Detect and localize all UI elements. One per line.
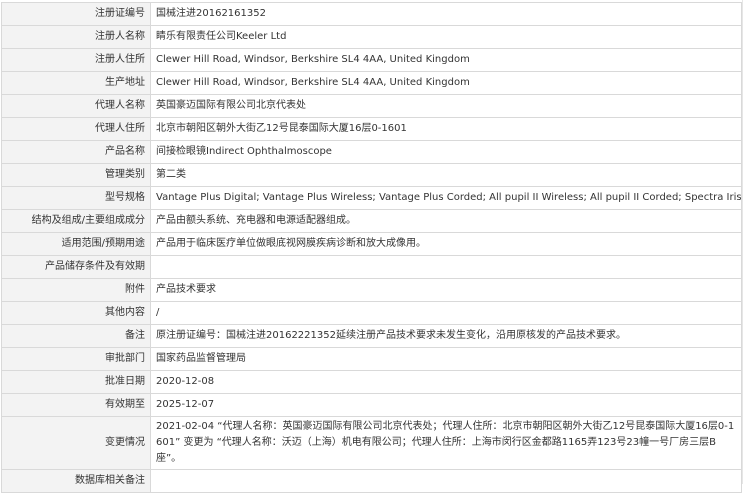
table-row: 产品名称 间接检眼镜Indirect Ophthalmoscope bbox=[1, 140, 742, 164]
table-row: 注册人名称 睛乐有限责任公司Keeler Ltd bbox=[1, 25, 742, 49]
row-value: 产品由额头系统、充电器和电源适配器组成。 bbox=[150, 209, 742, 233]
row-label: 适用范围/预期用途 bbox=[1, 232, 151, 256]
row-label: 管理类别 bbox=[1, 163, 151, 187]
row-value: 产品用于临床医疗单位做眼底视网膜疾病诊断和放大成像用。 bbox=[150, 232, 742, 256]
table-row: 注册证编号 国械注进20162161352 bbox=[1, 2, 742, 26]
row-value: Clewer Hill Road, Windsor, Berkshire SL4… bbox=[150, 48, 742, 72]
row-value: 北京市朝阳区朝外大街乙12号昆泰国际大厦16层0-1601 bbox=[150, 117, 742, 141]
table-row: 审批部门 国家药品监督管理局 bbox=[1, 347, 742, 371]
row-value: 2020-12-08 bbox=[150, 370, 742, 394]
row-value: 2025-12-07 bbox=[150, 393, 742, 417]
row-value: 国家药品监督管理局 bbox=[150, 347, 742, 371]
page-edge-divider bbox=[742, 0, 743, 484]
registration-info-table: 注册证编号 国械注进20162161352 注册人名称 睛乐有限责任公司Keel… bbox=[1, 2, 742, 493]
table-row: 有效期至 2025-12-07 bbox=[1, 393, 742, 417]
row-label: 型号规格 bbox=[1, 186, 151, 210]
row-value: / bbox=[150, 301, 742, 325]
row-label: 其他内容 bbox=[1, 301, 151, 325]
row-label: 产品储存条件及有效期 bbox=[1, 255, 151, 279]
row-value: 睛乐有限责任公司Keeler Ltd bbox=[150, 25, 742, 49]
row-value bbox=[150, 469, 742, 493]
row-value: 原注册证编号：国械注进20162221352延续注册产品技术要求未发生变化，沿用… bbox=[150, 324, 742, 348]
table-row: 结构及组成/主要组成成分 产品由额头系统、充电器和电源适配器组成。 bbox=[1, 209, 742, 233]
table-row: 型号规格 Vantage Plus Digital; Vantage Plus … bbox=[1, 186, 742, 210]
table-row: 代理人住所 北京市朝阳区朝外大街乙12号昆泰国际大厦16层0-1601 bbox=[1, 117, 742, 141]
row-label: 生产地址 bbox=[1, 71, 151, 95]
row-label: 注册人名称 bbox=[1, 25, 151, 49]
row-label: 附件 bbox=[1, 278, 151, 302]
row-label: 注册人住所 bbox=[1, 48, 151, 72]
row-value: 产品技术要求 bbox=[150, 278, 742, 302]
row-value: Clewer Hill Road, Windsor, Berkshire SL4… bbox=[150, 71, 742, 95]
row-value: 英国豪迈国际有限公司北京代表处 bbox=[150, 94, 742, 118]
row-label: 产品名称 bbox=[1, 140, 151, 164]
table-row: 管理类别 第二类 bbox=[1, 163, 742, 187]
table-row: 生产地址 Clewer Hill Road, Windsor, Berkshir… bbox=[1, 71, 742, 95]
row-value: 国械注进20162161352 bbox=[150, 2, 742, 26]
row-value: 第二类 bbox=[150, 163, 742, 187]
row-value: 2021-02-04 “代理人名称：英国豪迈国际有限公司北京代表处；代理人住所：… bbox=[150, 416, 742, 470]
row-label: 批准日期 bbox=[1, 370, 151, 394]
table-row: 其他内容 / bbox=[1, 301, 742, 325]
table-row: 适用范围/预期用途 产品用于临床医疗单位做眼底视网膜疾病诊断和放大成像用。 bbox=[1, 232, 742, 256]
row-label: 数据库相关备注 bbox=[1, 469, 151, 493]
table-row: 数据库相关备注 bbox=[1, 469, 742, 493]
row-value bbox=[150, 255, 742, 279]
row-label: 变更情况 bbox=[1, 416, 151, 470]
row-label: 结构及组成/主要组成成分 bbox=[1, 209, 151, 233]
registration-detail-page: 注册证编号 国械注进20162161352 注册人名称 睛乐有限责任公司Keel… bbox=[0, 0, 752, 493]
row-label: 代理人住所 bbox=[1, 117, 151, 141]
table-row: 产品储存条件及有效期 bbox=[1, 255, 742, 279]
row-value: Vantage Plus Digital; Vantage Plus Wirel… bbox=[150, 186, 742, 210]
row-label: 有效期至 bbox=[1, 393, 151, 417]
row-label: 注册证编号 bbox=[1, 2, 151, 26]
table-row: 代理人名称 英国豪迈国际有限公司北京代表处 bbox=[1, 94, 742, 118]
table-row: 备注 原注册证编号：国械注进20162221352延续注册产品技术要求未发生变化… bbox=[1, 324, 742, 348]
table-row: 批准日期 2020-12-08 bbox=[1, 370, 742, 394]
table-row: 附件 产品技术要求 bbox=[1, 278, 742, 302]
row-label: 代理人名称 bbox=[1, 94, 151, 118]
row-label: 备注 bbox=[1, 324, 151, 348]
row-value: 间接检眼镜Indirect Ophthalmoscope bbox=[150, 140, 742, 164]
table-row: 注册人住所 Clewer Hill Road, Windsor, Berkshi… bbox=[1, 48, 742, 72]
row-label: 审批部门 bbox=[1, 347, 151, 371]
table-row: 变更情况 2021-02-04 “代理人名称：英国豪迈国际有限公司北京代表处；代… bbox=[1, 416, 742, 470]
